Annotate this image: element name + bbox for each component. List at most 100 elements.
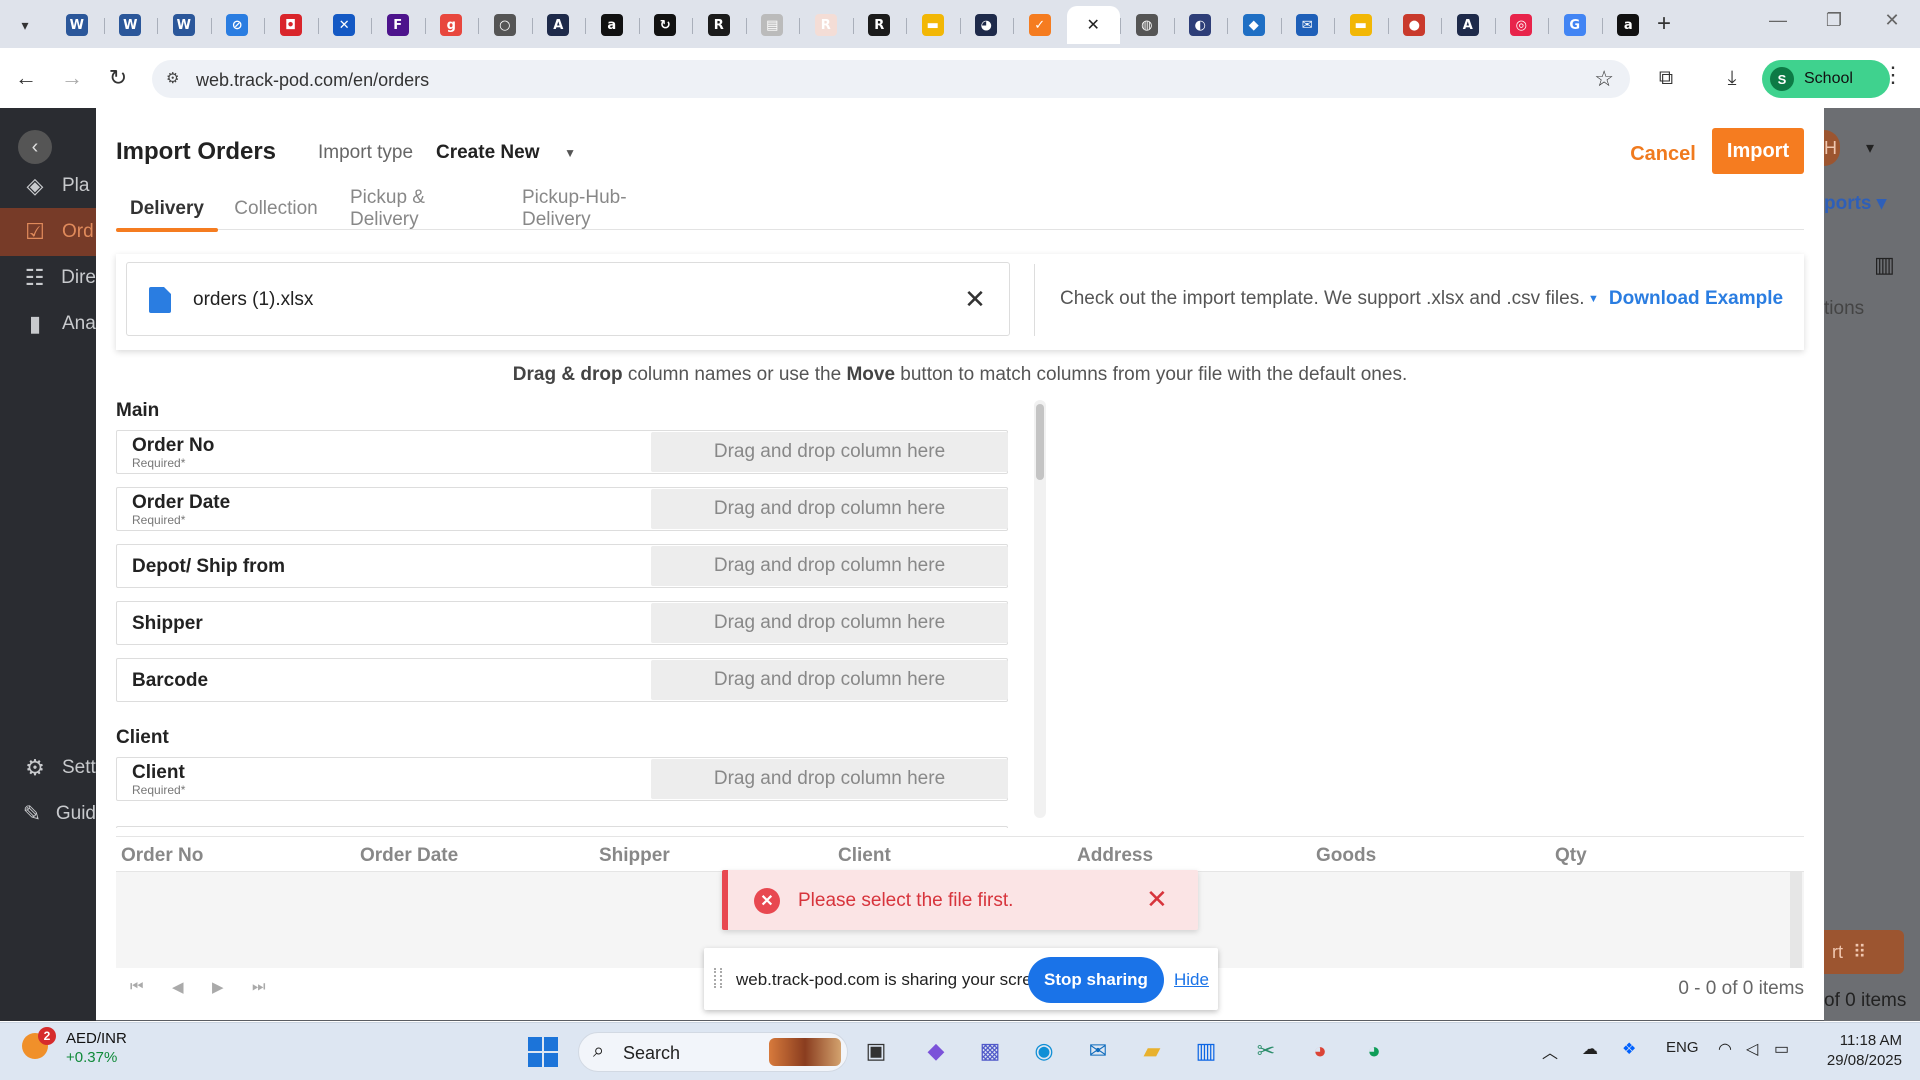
download-example-link[interactable]: ▼ Download Example — [1588, 288, 1783, 310]
teams-icon[interactable]: ▩ — [972, 1033, 1008, 1069]
sidebar-item-directory[interactable]: ☷ Dire — [0, 254, 96, 302]
dropbox-icon[interactable]: ❖ — [1622, 1039, 1636, 1059]
browser-tab[interactable]: ◕ — [959, 6, 1014, 44]
url-text[interactable]: web.track-pod.com/en/orders — [196, 70, 429, 91]
reload-icon[interactable]: ↻ — [102, 62, 134, 94]
sidebar-item-analytics[interactable]: ▮ Ana — [0, 300, 96, 348]
browser-tab[interactable]: G — [1548, 6, 1602, 44]
clock[interactable]: 11:18 AM 29/08/2025 — [1806, 1031, 1902, 1071]
show-hidden-icons[interactable]: ︿ — [1542, 1039, 1558, 1063]
new-tab-button[interactable]: + — [1650, 10, 1678, 38]
onedrive-icon[interactable]: ☁ — [1582, 1039, 1598, 1059]
sidebar-item-guide[interactable]: ✎ Guid — [0, 790, 96, 838]
tab-delivery[interactable]: Delivery — [116, 188, 218, 232]
browser-tab[interactable]: ✓ — [1013, 6, 1067, 44]
edge-icon[interactable]: ◉ — [1026, 1033, 1062, 1069]
bookmark-star-icon[interactable]: ☆ — [1594, 66, 1614, 92]
remove-file-icon[interactable]: ✕ — [959, 283, 991, 315]
back-icon[interactable]: ← — [10, 62, 42, 94]
browser-tab[interactable]: ▬ — [1334, 6, 1388, 44]
drag-handle-icon[interactable] — [714, 968, 722, 988]
hide-share-bar-link[interactable]: Hide — [1174, 970, 1209, 990]
browser-tab[interactable]: W — [157, 6, 211, 44]
preview-scrollbar[interactable] — [1790, 872, 1802, 968]
address-bar[interactable]: ⚙ web.track-pod.com/en/orders ☆ — [152, 60, 1630, 98]
snipping-tool-icon[interactable]: ✂ — [1248, 1033, 1284, 1069]
column-drop-zone[interactable]: Drag and drop column here — [651, 546, 1008, 586]
browser-tab[interactable]: ◆ — [1227, 6, 1281, 44]
browser-tab[interactable]: W — [50, 6, 104, 44]
sidebar-item-orders[interactable]: ☑ Ord — [0, 208, 96, 256]
column-drop-zone[interactable]: Drag and drop column here — [651, 759, 1008, 799]
chrome-icon[interactable]: ◕ — [1302, 1033, 1338, 1069]
browser-tab[interactable]: ○ — [478, 6, 532, 44]
column-drop-zone[interactable]: Drag and drop column here — [651, 603, 1008, 643]
browser-tab[interactable]: ▤ — [745, 6, 800, 44]
wifi-icon[interactable]: ◠ — [1718, 1039, 1732, 1059]
tab-collection[interactable]: Collection — [234, 188, 318, 230]
browser-tab[interactable]: g — [424, 6, 479, 44]
volume-icon[interactable]: ◁ — [1746, 1039, 1758, 1059]
taskbar-search[interactable]: ⌕ Search — [578, 1032, 848, 1072]
column-drop-zone[interactable]: Drag and drop column here — [651, 432, 1008, 472]
import-type-select[interactable]: Create New ▼ — [436, 138, 576, 168]
browser-tab[interactable]: a — [1601, 6, 1656, 44]
first-page-icon[interactable]: ⏮ — [130, 978, 144, 995]
window-close-icon[interactable]: ✕ — [1872, 10, 1912, 31]
close-tab-icon[interactable]: ✕ — [1087, 15, 1100, 35]
column-drop-zone[interactable]: Drag and drop column here — [651, 660, 1008, 700]
browser-tab[interactable]: R — [692, 6, 746, 44]
sidebar-item-plan[interactable]: ◈ Pla — [0, 162, 96, 210]
cancel-button[interactable]: Cancel — [1618, 134, 1708, 174]
user-menu-chevron-icon[interactable]: ▾ — [1866, 138, 1874, 158]
column-drop-zone[interactable]: Drag and drop column here — [651, 489, 1008, 529]
browser-tab[interactable]: ▬ — [906, 6, 960, 44]
browser-tab[interactable]: ● — [1387, 6, 1442, 44]
forward-icon[interactable]: → — [56, 62, 88, 94]
browser-tab[interactable]: a — [585, 6, 639, 44]
tab-pickup-delivery[interactable]: Pickup & Delivery — [350, 187, 488, 230]
last-page-icon[interactable]: ⏭ — [252, 978, 266, 995]
browser-tab[interactable]: ◐ — [1173, 6, 1228, 44]
copilot-icon[interactable]: ◆ — [918, 1033, 954, 1069]
browser-menu-icon[interactable]: ⋮ — [1882, 62, 1904, 88]
minimize-icon[interactable]: — — [1758, 10, 1798, 31]
language-indicator[interactable]: ENG — [1666, 1039, 1699, 1056]
columns-icon[interactable]: ▥ — [1874, 252, 1895, 278]
browser-tab[interactable]: ◎ — [1494, 6, 1549, 44]
toast-close-icon[interactable]: ✕ — [1146, 884, 1168, 915]
profile-button[interactable]: S School — [1762, 60, 1890, 98]
browser-tab[interactable]: R — [852, 6, 907, 44]
reports-menu[interactable]: ports ▾ — [1824, 192, 1886, 215]
browser-tab[interactable]: ✕ — [1066, 6, 1120, 44]
prev-page-icon[interactable]: ◀ — [172, 978, 184, 996]
user-avatar-partial[interactable]: H — [1824, 130, 1840, 166]
browser-tab[interactable]: ↻ — [638, 6, 693, 44]
browser-tab[interactable]: ◍ — [1120, 6, 1174, 44]
mapping-scrollbar-thumb[interactable] — [1036, 404, 1044, 480]
browser-tab[interactable]: ✕ — [317, 6, 372, 44]
task-view-icon[interactable]: ▣ — [858, 1033, 894, 1069]
trello-icon[interactable]: ▥ — [1188, 1033, 1224, 1069]
sidebar-item-settings[interactable]: ⚙ Sett — [0, 744, 96, 792]
browser-tab[interactable]: A — [531, 6, 586, 44]
tab-pickup-hub-delivery[interactable]: Pickup-Hub-Delivery — [522, 187, 686, 230]
file-explorer-icon[interactable]: ▰ — [1134, 1033, 1170, 1069]
site-info-icon[interactable]: ⚙ — [166, 69, 186, 89]
maximize-icon[interactable]: ❐ — [1814, 10, 1854, 31]
windows-start-icon[interactable] — [528, 1037, 558, 1067]
stop-sharing-button[interactable]: Stop sharing — [1028, 957, 1164, 1003]
browser-tab[interactable]: ◘ — [264, 6, 318, 44]
outlook-icon[interactable]: ✉ — [1080, 1033, 1116, 1069]
next-page-icon[interactable]: ▶ — [212, 978, 224, 996]
stock-widget[interactable]: 2 AED/INR +0.37% — [22, 1027, 127, 1067]
chrome-profile-icon[interactable]: ◕ — [1356, 1033, 1392, 1069]
browser-tab[interactable]: W — [103, 6, 158, 44]
browser-tab[interactable]: A — [1441, 6, 1495, 44]
battery-icon[interactable]: ▭ — [1774, 1039, 1789, 1059]
browser-tab[interactable]: F — [371, 6, 425, 44]
browser-tab[interactable]: ⊘ — [210, 6, 265, 44]
browser-tab[interactable]: R — [799, 6, 853, 44]
sidebar-collapse-icon[interactable]: ‹ — [18, 130, 52, 164]
browser-tab[interactable]: ✉ — [1280, 6, 1335, 44]
